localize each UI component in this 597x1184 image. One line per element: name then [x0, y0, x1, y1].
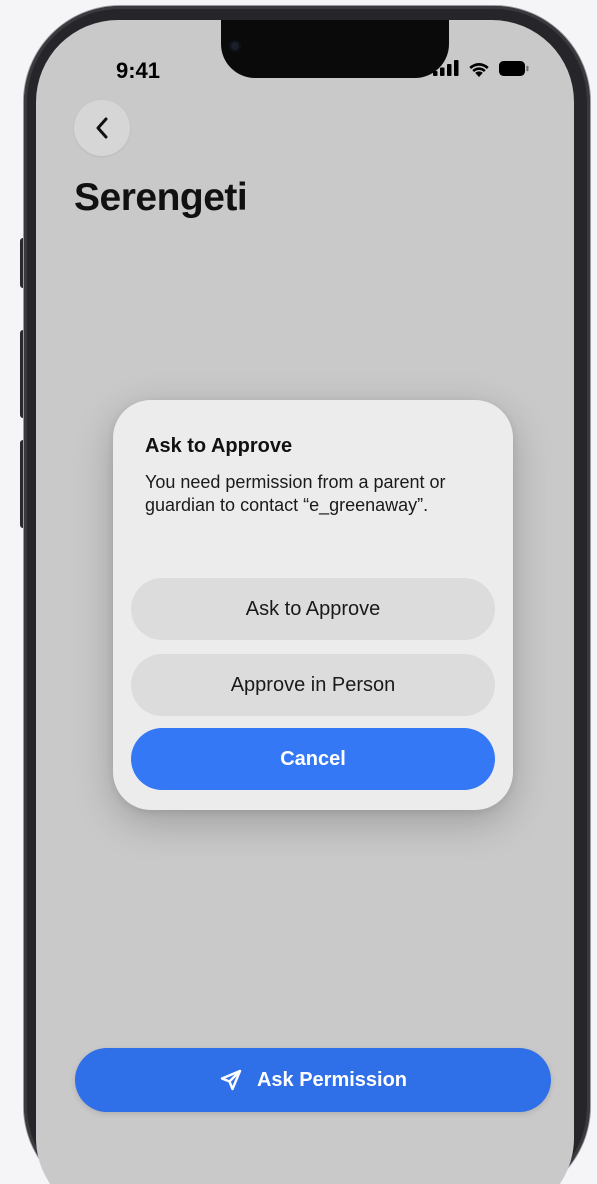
- approve-in-person-button[interactable]: Approve in Person: [131, 654, 495, 716]
- battery-icon: [499, 60, 529, 76]
- alert-message: You need permission from a parent or gua…: [145, 472, 446, 515]
- front-camera: [229, 40, 241, 52]
- ask-permission-button[interactable]: Ask Permission: [75, 1048, 551, 1112]
- wifi-icon: [469, 62, 489, 77]
- cellular-signal-icon: [433, 60, 459, 76]
- phone-screen: 9:41 Serengeti Ask to Approve You need p…: [36, 20, 574, 1184]
- paper-plane-icon: [220, 1069, 242, 1091]
- notch: [221, 20, 449, 78]
- ask-to-approve-button[interactable]: Ask to Approve: [131, 578, 495, 640]
- page-title: Serengeti: [74, 176, 248, 219]
- status-icons: [433, 58, 529, 78]
- alert-title: Ask to Approve: [145, 435, 293, 457]
- status-time: 9:41: [116, 58, 161, 83]
- stage: 9:41 Serengeti Ask to Approve You need p…: [0, 0, 597, 1184]
- cancel-button[interactable]: Cancel: [131, 728, 495, 790]
- back-button[interactable]: [74, 100, 130, 156]
- chevron-left-icon: [96, 117, 108, 139]
- ask-to-approve-alert: Ask to Approve You need permission from …: [113, 400, 513, 810]
- ask-permission-label: Ask Permission: [256, 1068, 408, 1091]
